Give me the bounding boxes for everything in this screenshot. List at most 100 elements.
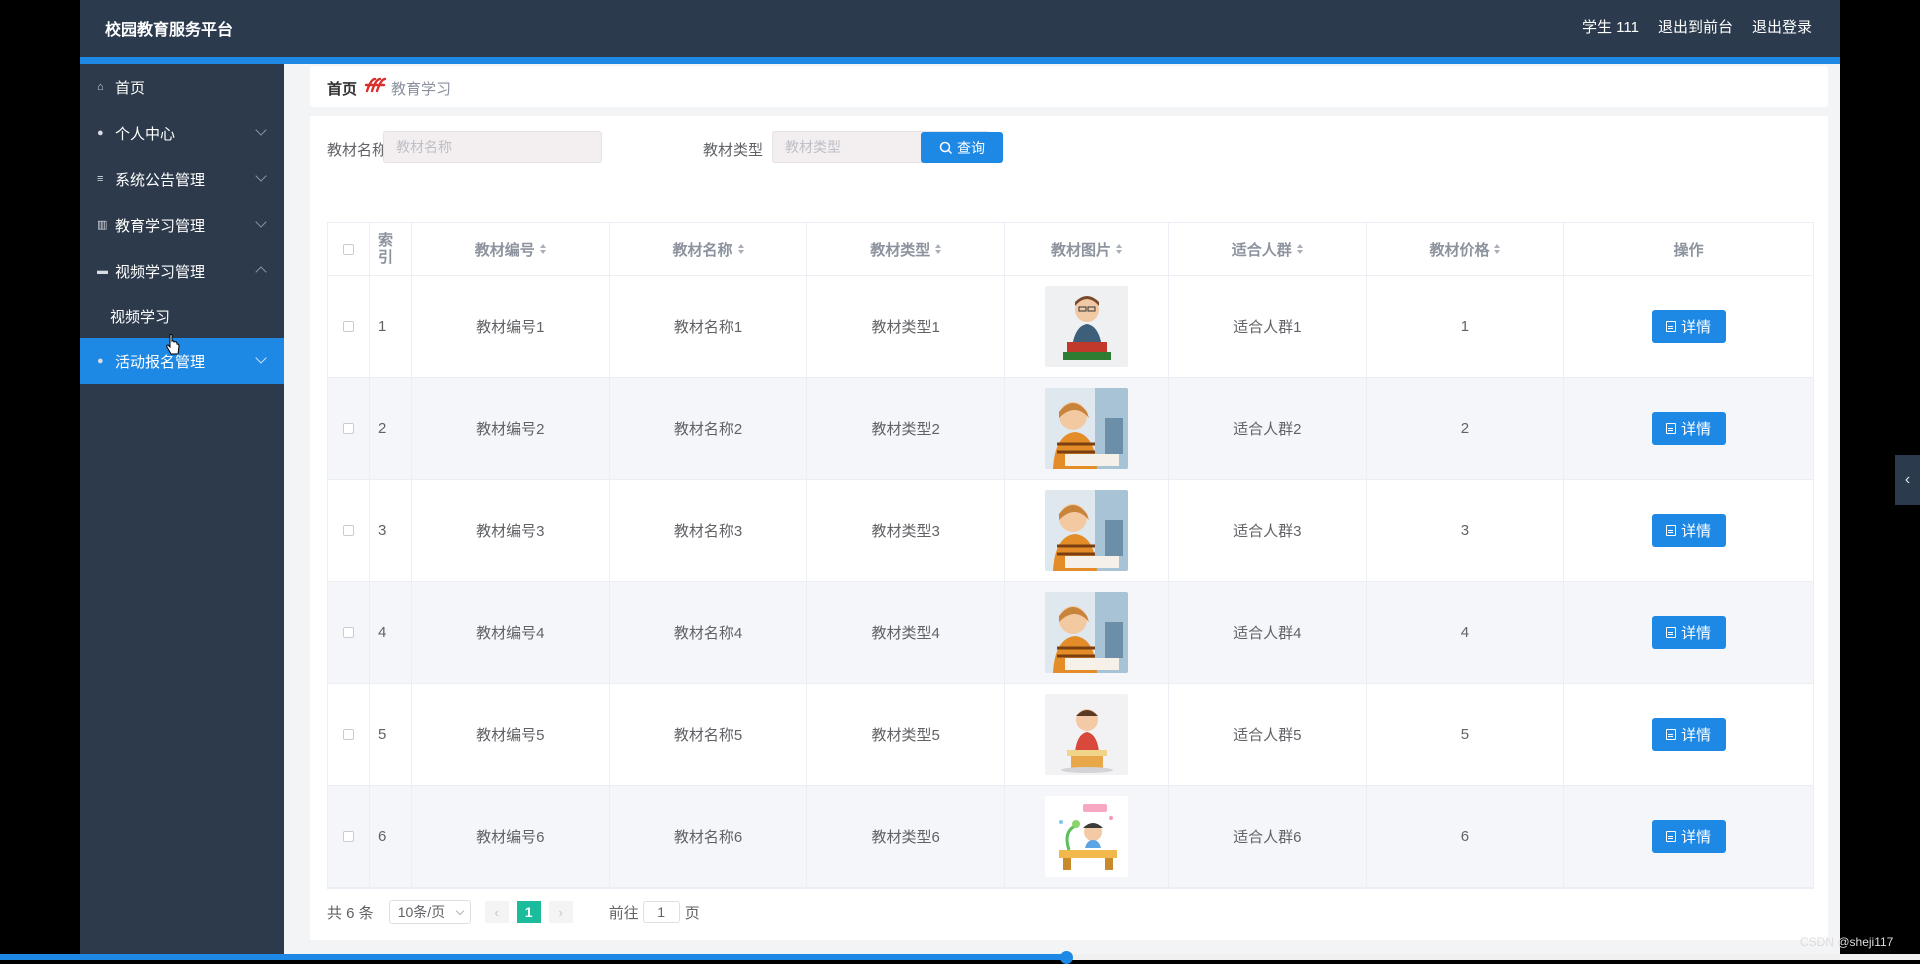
home-icon: ⌂ (97, 80, 104, 93)
chevron-down-icon (255, 170, 267, 182)
query-button-label: 查询 (957, 139, 985, 156)
main-content: 教材名称 教材名称 教材类型 教材类型 查询 索引 教材编号 教材名称 教材类型… (310, 116, 1828, 940)
detail-button[interactable]: 详情 (1651, 514, 1726, 547)
header-image[interactable]: 教材图片 (1005, 223, 1169, 275)
sort-icon[interactable] (1494, 244, 1501, 254)
next-page-button[interactable]: › (548, 901, 573, 923)
cell-name: 教材名称5 (610, 684, 808, 785)
select-all-checkbox[interactable] (342, 243, 354, 255)
cell-index: 2 (370, 378, 412, 479)
cell-type: 教材类型4 (807, 582, 1006, 683)
cell-name: 教材名称4 (610, 582, 808, 683)
sidebar-item-education[interactable]: ▥ 教育学习管理 (80, 202, 284, 248)
row-checkbox-cell (328, 582, 370, 683)
sidebar-item-activity-signup[interactable]: ● 活动报名管理 (80, 338, 284, 384)
detail-button[interactable]: 详情 (1651, 616, 1726, 649)
header-price[interactable]: 教材价格 (1367, 223, 1565, 275)
cell-price: 3 (1367, 480, 1565, 581)
row-checkbox[interactable] (342, 627, 354, 638)
header-code[interactable]: 教材编号 (412, 223, 610, 275)
cell-image (1005, 480, 1169, 581)
query-button[interactable]: 查询 (921, 132, 1003, 163)
textbook-thumbnail[interactable] (1044, 388, 1128, 469)
message-icon: ▬ (97, 264, 108, 277)
header-audience[interactable]: 适合人群 (1169, 223, 1367, 275)
header-type[interactable]: 教材类型 (807, 223, 1006, 275)
table-header-row: 索引 教材编号 教材名称 教材类型 教材图片 适合人群 教材价格 操作 (328, 223, 1813, 276)
row-checkbox[interactable] (342, 321, 354, 332)
header-name[interactable]: 教材名称 (610, 223, 808, 275)
detail-button[interactable]: 详情 (1651, 412, 1726, 445)
data-table: 索引 教材编号 教材名称 教材类型 教材图片 适合人群 教材价格 操作 1 教材编… (327, 222, 1814, 889)
table-row: 2 教材编号2 教材名称2 教材类型2 适合人群2 2 详情 (328, 378, 1813, 480)
sort-icon[interactable] (539, 244, 546, 254)
sidebar-item-label: 教育学习管理 (115, 217, 206, 235)
cell-image (1005, 786, 1169, 887)
submenu-item-label: 视频学习 (110, 308, 171, 326)
sidebar: ⌂ 首页 ● 个人中心 ≡ 系统公告管理 ▥ 教育学习管理 ▬ 视频学习管理 视… (80, 64, 284, 960)
row-checkbox[interactable] (342, 423, 354, 434)
drawer-toggle-button[interactable]: ‹ (1895, 455, 1920, 505)
cell-price: 1 (1367, 276, 1565, 377)
sort-icon[interactable] (935, 244, 942, 254)
row-checkbox[interactable] (342, 831, 354, 842)
goto-page-input[interactable]: 1 (642, 901, 680, 923)
cell-image (1005, 582, 1169, 683)
sort-icon[interactable] (1115, 244, 1122, 254)
cell-price: 6 (1367, 786, 1565, 887)
chevron-down-icon (255, 124, 267, 136)
detail-button-label: 详情 (1681, 829, 1712, 846)
back-to-front-link[interactable]: 退出到前台 (1658, 16, 1733, 37)
row-checkbox-cell (328, 684, 370, 785)
document-icon (1666, 729, 1677, 740)
textbook-thumbnail[interactable] (1044, 796, 1128, 877)
table-row: 6 教材编号6 教材名称6 教材类型6 适合人群6 6 详情 (328, 786, 1813, 888)
chevron-up-icon (255, 266, 267, 278)
row-checkbox[interactable] (342, 729, 354, 740)
page-size-select[interactable]: 10条/页 (388, 900, 471, 924)
sidebar-item-personal-center[interactable]: ● 个人中心 (80, 110, 284, 156)
sidebar-item-home[interactable]: ⌂ 首页 (80, 64, 284, 110)
textbook-thumbnail[interactable] (1044, 592, 1128, 673)
sidebar-item-video-learning[interactable]: ▬ 视频学习管理 (80, 248, 284, 294)
sort-icon[interactable] (737, 244, 744, 254)
pagination: 共 6 条 10条/页 ‹ 1 › 前往 1 页 (327, 899, 700, 925)
sort-icon[interactable] (1296, 244, 1303, 254)
textbook-thumbnail[interactable] (1044, 286, 1128, 367)
textbook-thumbnail[interactable] (1044, 694, 1128, 775)
detail-button-label: 详情 (1681, 727, 1712, 744)
prev-page-button[interactable]: ‹ (484, 901, 509, 923)
breadcrumb-home[interactable]: 首页 (327, 78, 357, 99)
video-progress-handle[interactable] (1059, 951, 1073, 964)
detail-button[interactable]: 详情 (1651, 820, 1726, 853)
detail-button[interactable]: 详情 (1651, 310, 1726, 343)
textbook-thumbnail[interactable] (1044, 490, 1128, 571)
cell-actions: 详情 (1564, 276, 1813, 377)
detail-button[interactable]: 详情 (1651, 718, 1726, 751)
name-search-input[interactable]: 教材名称 (383, 131, 602, 163)
video-progress-bar[interactable] (0, 951, 1920, 964)
chevron-left-icon: ‹ (1904, 471, 1911, 488)
video-progress-fill (0, 954, 1066, 960)
cell-code: 教材编号3 (412, 480, 610, 581)
goto-suffix: 页 (684, 904, 700, 922)
cell-index: 6 (370, 786, 412, 887)
cell-index: 5 (370, 684, 412, 785)
cell-type: 教材类型6 (807, 786, 1006, 887)
user-icon: ● (97, 126, 104, 139)
cell-code: 教材编号5 (412, 684, 610, 785)
page-number-current[interactable]: 1 (516, 901, 541, 923)
submenu-item-video[interactable]: 视频学习 (80, 294, 284, 338)
cell-code: 教材编号4 (412, 582, 610, 683)
cell-image (1005, 684, 1169, 785)
logout-link[interactable]: 退出登录 (1752, 16, 1812, 37)
watermark: CSDN @sheji117 (1800, 935, 1894, 949)
sidebar-item-announcements[interactable]: ≡ 系统公告管理 (80, 156, 284, 202)
row-checkbox[interactable] (342, 525, 354, 536)
table-row: 1 教材编号1 教材名称1 教材类型1 适合人群1 1 详情 (328, 276, 1813, 378)
header-index: 索引 (370, 223, 412, 275)
table-body: 1 教材编号1 教材名称1 教材类型1 适合人群1 1 详情 2 教材编号2 教材名称2 教材类型2… (328, 276, 1813, 888)
sidebar-item-label: 系统公告管理 (115, 171, 206, 189)
cell-audience: 适合人群5 (1169, 684, 1367, 785)
table-row: 4 教材编号4 教材名称4 教材类型4 适合人群4 4 详情 (328, 582, 1813, 684)
